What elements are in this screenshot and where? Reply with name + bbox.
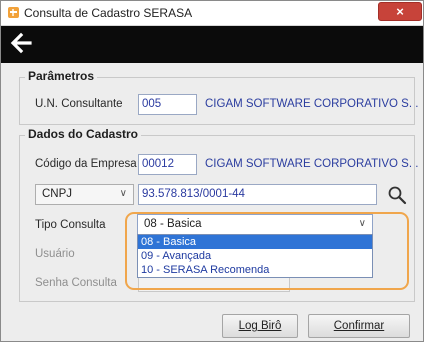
window-title: Consulta de Cadastro SERASA [24,6,193,20]
un-consultante-label: U.N. Consultante [35,98,123,110]
confirmar-button[interactable]: Confirmar [308,314,410,338]
codigo-empresa-label: Código da Empresa [35,158,137,170]
close-button[interactable]: × [378,2,422,21]
un-consultante-input[interactable]: 005 [138,94,197,115]
app-icon [8,7,19,18]
usuario-label: Usuário [35,248,75,260]
cnpj-input[interactable]: 93.578.813/0001-44 [138,184,377,205]
doc-type-select[interactable]: CNPJ ∨ [35,184,134,205]
doc-type-value: CNPJ [42,188,73,200]
title-bar: Consulta de Cadastro SERASA × [1,1,423,26]
log-biro-button[interactable]: Log Birô [222,314,298,338]
chevron-down-icon: ∨ [119,188,127,199]
annotation-highlight [125,212,409,290]
dialog-window: Consulta de Cadastro SERASA × Parâmetros… [0,0,424,342]
dados-cadastro-title: Dados do Cadastro [25,127,142,141]
toolbar [1,26,423,63]
codigo-empresa-input[interactable]: 00012 [138,154,197,175]
search-icon[interactable] [387,185,407,205]
tipo-consulta-label: Tipo Consulta [35,219,106,231]
un-consultante-desc: CIGAM SOFTWARE CORPORATIVO S. . [205,98,419,110]
senha-consulta-label: Senha Consulta [35,277,117,289]
parametros-title: Parâmetros [25,69,98,83]
codigo-empresa-desc: CIGAM SOFTWARE CORPORATIVO S. . [205,158,419,170]
arrow-left-icon[interactable] [10,32,32,54]
